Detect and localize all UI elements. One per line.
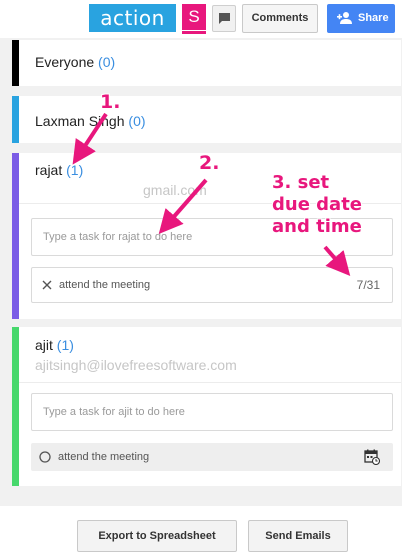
group-count: (0) bbox=[128, 113, 146, 129]
s-button[interactable]: S bbox=[182, 4, 206, 30]
app-logo: action bbox=[89, 4, 176, 32]
group-name-ajit[interactable]: ajit (1) bbox=[35, 337, 74, 353]
chat-button[interactable] bbox=[212, 5, 236, 32]
group-name: Laxman Singh bbox=[35, 113, 125, 129]
member-email: gmail.com bbox=[143, 182, 207, 198]
share-button[interactable]: Share bbox=[327, 4, 395, 33]
group-color-bar bbox=[12, 40, 19, 86]
group-everyone[interactable]: Everyone (0) bbox=[12, 40, 401, 86]
group-name-laxman[interactable]: Laxman Singh (0) bbox=[35, 113, 146, 129]
send-emails-button[interactable]: Send Emails bbox=[248, 520, 348, 552]
group-color-bar bbox=[12, 327, 19, 486]
calendar-icon[interactable] bbox=[364, 449, 380, 465]
group-count: (1) bbox=[56, 337, 74, 353]
chat-bubble-icon bbox=[219, 13, 230, 24]
divider bbox=[19, 382, 401, 383]
share-label: Share bbox=[358, 12, 389, 24]
task-label: attend the meeting bbox=[58, 451, 150, 463]
circle-icon[interactable] bbox=[39, 451, 51, 463]
annotation-step1: 1. bbox=[100, 91, 121, 113]
group-name-rajat[interactable]: rajat (1) bbox=[35, 162, 83, 178]
close-icon[interactable] bbox=[42, 280, 52, 290]
task-label: attend the meeting bbox=[59, 279, 151, 291]
group-count: (1) bbox=[66, 162, 84, 178]
top-bar: action S Comments Share bbox=[0, 0, 402, 38]
group-laxman-singh[interactable]: Laxman Singh (0) bbox=[12, 96, 401, 143]
annotation-step3-line3: and time bbox=[272, 216, 362, 237]
group-name: rajat bbox=[35, 162, 63, 178]
annotation-step3-line1: 3. set bbox=[272, 172, 330, 193]
group-count: (0) bbox=[98, 54, 116, 70]
annotation-step3: 3. set due date and time bbox=[272, 172, 362, 238]
group-color-bar bbox=[12, 153, 19, 319]
task-item-ajit[interactable]: attend the meeting bbox=[31, 443, 393, 471]
group-color-bar bbox=[12, 96, 19, 143]
group-name-everyone[interactable]: Everyone (0) bbox=[35, 54, 115, 70]
comments-button[interactable]: Comments bbox=[242, 4, 318, 33]
member-email: ajitsingh@ilovefreesoftware.com bbox=[35, 357, 237, 373]
export-spreadsheet-button[interactable]: Export to Spreadsheet bbox=[77, 520, 237, 552]
group-name: ajit bbox=[35, 337, 53, 353]
footer: Export to Spreadsheet Send Emails bbox=[0, 506, 402, 553]
due-date[interactable]: 7/31 bbox=[357, 268, 380, 302]
task-input-ajit[interactable]: Type a task for ajit to do here bbox=[31, 393, 393, 431]
group-name: Everyone bbox=[35, 54, 95, 70]
s-button-underline bbox=[182, 31, 206, 34]
task-item-rajat[interactable]: attend the meeting 7/31 bbox=[31, 267, 393, 303]
annotation-step2: 2. bbox=[199, 152, 220, 174]
annotation-step3-line2: due date bbox=[272, 194, 363, 215]
add-person-icon bbox=[337, 12, 352, 24]
group-ajit[interactable]: ajit (1) ajitsingh@ilovefreesoftware.com… bbox=[12, 327, 401, 486]
